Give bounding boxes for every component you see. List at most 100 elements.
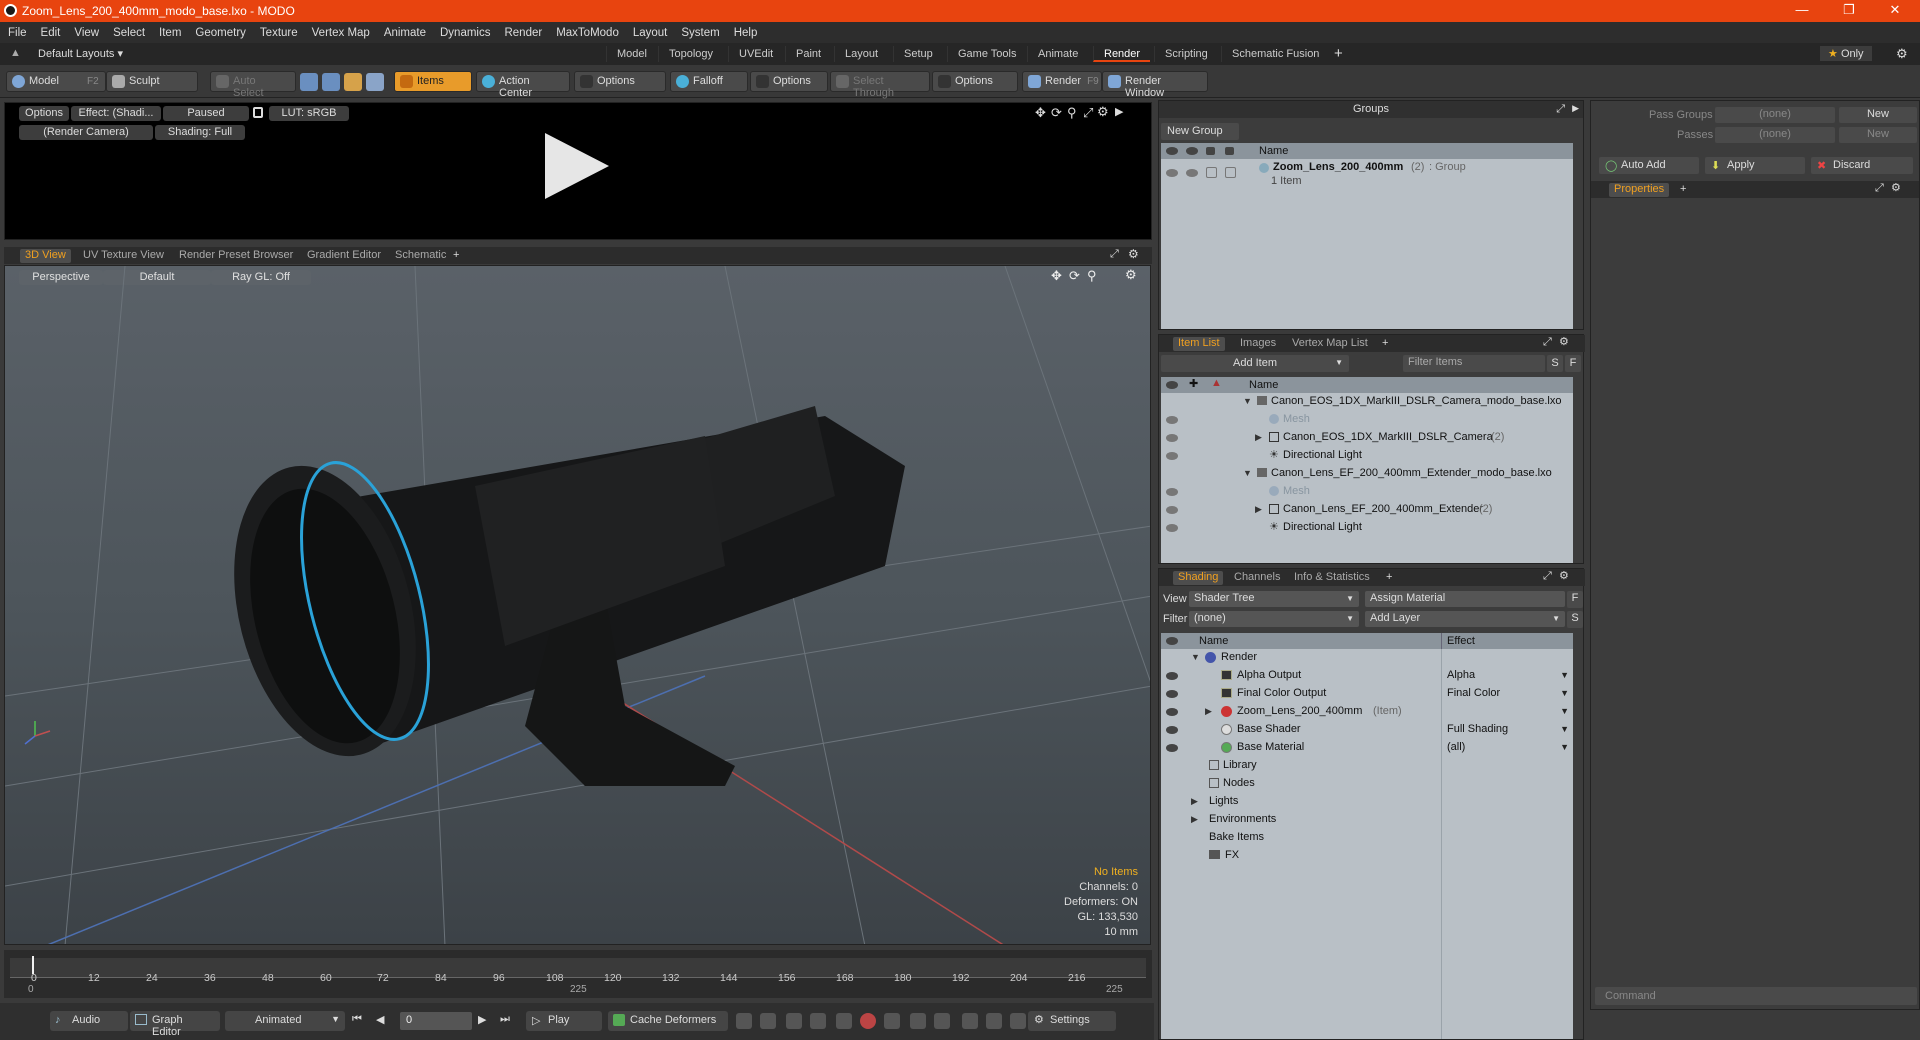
item-row[interactable]: ☀ Directional Light: [1161, 447, 1573, 465]
menu-animate[interactable]: Animate: [384, 27, 426, 39]
go-to-start-icon[interactable]: ⏮: [352, 1013, 362, 1026]
select-through-button[interactable]: Select Through: [830, 71, 930, 99]
keyframe-tool-icon[interactable]: [836, 1013, 852, 1029]
menu-render[interactable]: Render: [504, 27, 542, 39]
group-row[interactable]: Zoom_Lens_200_400mm (2) : Group 1 Item: [1161, 159, 1573, 193]
add-tab-icon[interactable]: +: [1381, 571, 1397, 585]
maximize-icon[interactable]: ⤢: [1875, 182, 1884, 195]
item-row[interactable]: ☀ Directional Light: [1161, 519, 1573, 537]
select-options-button[interactable]: Options: [932, 71, 1018, 92]
shader-row[interactable]: ▼ Render: [1161, 649, 1573, 667]
keyframe-tool-icon[interactable]: [736, 1013, 752, 1029]
add-tab-icon[interactable]: +: [448, 249, 464, 263]
menu-vertex-map[interactable]: Vertex Map: [312, 27, 370, 39]
item-row[interactable]: Mesh: [1161, 411, 1573, 429]
keyframe-tool-icon[interactable]: [934, 1013, 950, 1029]
chevron-down-icon[interactable]: ▼: [1560, 670, 1569, 680]
sculpt-button[interactable]: Sculpt: [106, 71, 198, 92]
visibility-icon[interactable]: [1166, 690, 1178, 698]
shader-row[interactable]: Bake Items: [1161, 829, 1573, 847]
render-camera-dropdown[interactable]: (Render Camera): [19, 125, 153, 140]
minimize-icon[interactable]: —: [1787, 2, 1817, 17]
tab-setup[interactable]: Setup: [893, 46, 943, 62]
rotate-icon[interactable]: ⟳: [1051, 105, 1062, 121]
visibility-icon[interactable]: [1166, 488, 1178, 496]
lut-dropdown[interactable]: LUT: sRGB: [269, 106, 349, 121]
menu-system[interactable]: System: [681, 27, 719, 39]
item-row[interactable]: ▼ Canon_EOS_1DX_MarkIII_DSLR_Camera_modo…: [1161, 393, 1573, 411]
gear-icon[interactable]: ⚙: [1896, 46, 1908, 62]
keyframe-tool-icon[interactable]: [810, 1013, 826, 1029]
passes-dropdown[interactable]: (none): [1715, 127, 1835, 143]
visibility-icon[interactable]: [1166, 672, 1178, 680]
timeline[interactable]: 0 12 24 36 48 60 72 84 96 108 120 132 14…: [4, 950, 1152, 998]
s-button[interactable]: S: [1547, 355, 1563, 372]
shader-effect[interactable]: Alpha: [1447, 669, 1475, 681]
filter-items-input[interactable]: Filter Items: [1403, 355, 1545, 372]
discard-button[interactable]: ✖ Discard: [1811, 157, 1913, 174]
menu-select[interactable]: Select: [113, 27, 145, 39]
shader-row[interactable]: Base Shader Full Shading ▼: [1161, 721, 1573, 739]
tab-shading[interactable]: Shading: [1173, 571, 1224, 585]
chevron-down-icon[interactable]: ▼: [1560, 706, 1569, 716]
expand-icon[interactable]: ▶: [1255, 432, 1262, 443]
command-input[interactable]: Command: [1595, 987, 1917, 1005]
add-layout-tab-icon[interactable]: +: [1334, 45, 1343, 62]
polygons-mode-icon[interactable]: [344, 73, 362, 91]
gear-icon[interactable]: ⚙: [1559, 335, 1569, 348]
add-tab-icon[interactable]: +: [1377, 337, 1393, 351]
settings-button[interactable]: ⚙ Settings: [1028, 1011, 1116, 1031]
action-center-button[interactable]: Action Center: [476, 71, 570, 99]
keyframe-tool-icon[interactable]: [962, 1013, 978, 1029]
visibility-icon[interactable]: [1166, 524, 1178, 532]
keyframe-tool-icon[interactable]: [1010, 1013, 1026, 1029]
auto-select-button[interactable]: Auto Select: [210, 71, 296, 99]
maximize-icon[interactable]: ⤢: [1543, 570, 1552, 583]
menu-edit[interactable]: Edit: [41, 27, 61, 39]
maximize-icon[interactable]: ⤢: [1110, 248, 1119, 261]
playhead[interactable]: [32, 956, 34, 974]
render-window-button[interactable]: Render Window: [1102, 71, 1208, 99]
shader-row[interactable]: Nodes: [1161, 775, 1573, 793]
tab-model[interactable]: Model: [606, 46, 657, 62]
next-key-icon[interactable]: ▶: [478, 1013, 486, 1026]
item-list-tree[interactable]: ✚ ▲ Name ▼ Canon_EOS_1DX_MarkIII_DSLR_Ca…: [1161, 377, 1573, 563]
pan-icon[interactable]: ✥: [1035, 105, 1046, 121]
item-row[interactable]: ▶ Canon_Lens_EF_200_400mm_Extender (2): [1161, 501, 1573, 519]
paused-button[interactable]: Paused: [163, 106, 249, 121]
menu-help[interactable]: Help: [734, 27, 758, 39]
keyframe-tool-icon[interactable]: [786, 1013, 802, 1029]
shader-effect[interactable]: (all): [1447, 741, 1465, 753]
close-icon[interactable]: ✕: [1880, 2, 1910, 18]
groups-list[interactable]: Name Zoom_Lens_200_400mm (2) : Group 1 I…: [1161, 143, 1573, 329]
play-render-icon[interactable]: [545, 133, 609, 199]
tab-3d-view[interactable]: 3D View: [20, 249, 71, 263]
maximize-icon[interactable]: ⤢: [1556, 103, 1565, 116]
menu-dynamics[interactable]: Dynamics: [440, 27, 490, 39]
chevron-down-icon[interactable]: ▼: [1560, 688, 1569, 698]
frame-input[interactable]: 0: [400, 1012, 472, 1030]
visibility-icon[interactable]: [1166, 452, 1178, 460]
go-to-end-icon[interactable]: ⏭: [500, 1013, 510, 1026]
menu-file[interactable]: File: [8, 27, 27, 39]
tab-schematic-fusion[interactable]: Schematic Fusion: [1221, 46, 1329, 62]
shader-row[interactable]: Library: [1161, 757, 1573, 775]
tab-channels[interactable]: Channels: [1229, 571, 1285, 585]
materials-mode-icon[interactable]: [366, 73, 384, 91]
zoom-icon[interactable]: ⚲: [1067, 105, 1077, 121]
tab-info-statistics[interactable]: Info & Statistics: [1289, 571, 1375, 585]
visibility-icon[interactable]: [1166, 506, 1178, 514]
graph-editor-button[interactable]: Graph Editor: [130, 1011, 220, 1038]
tab-images[interactable]: Images: [1235, 337, 1281, 351]
add-tab-icon[interactable]: +: [1675, 183, 1691, 197]
menu-layout[interactable]: Layout: [633, 27, 668, 39]
keyframe-tool-icon[interactable]: [760, 1013, 776, 1029]
visibility-icon[interactable]: [1166, 708, 1178, 716]
pass-groups-dropdown[interactable]: (none): [1715, 107, 1835, 123]
add-item-button[interactable]: Add Item ▼: [1161, 355, 1349, 372]
restore-icon[interactable]: ❐: [1834, 2, 1864, 18]
f-button[interactable]: F: [1565, 355, 1581, 372]
expand-icon[interactable]: ▶: [1191, 796, 1198, 807]
menu-geometry[interactable]: Geometry: [195, 27, 246, 39]
shader-row[interactable]: ▶ Environments: [1161, 811, 1573, 829]
